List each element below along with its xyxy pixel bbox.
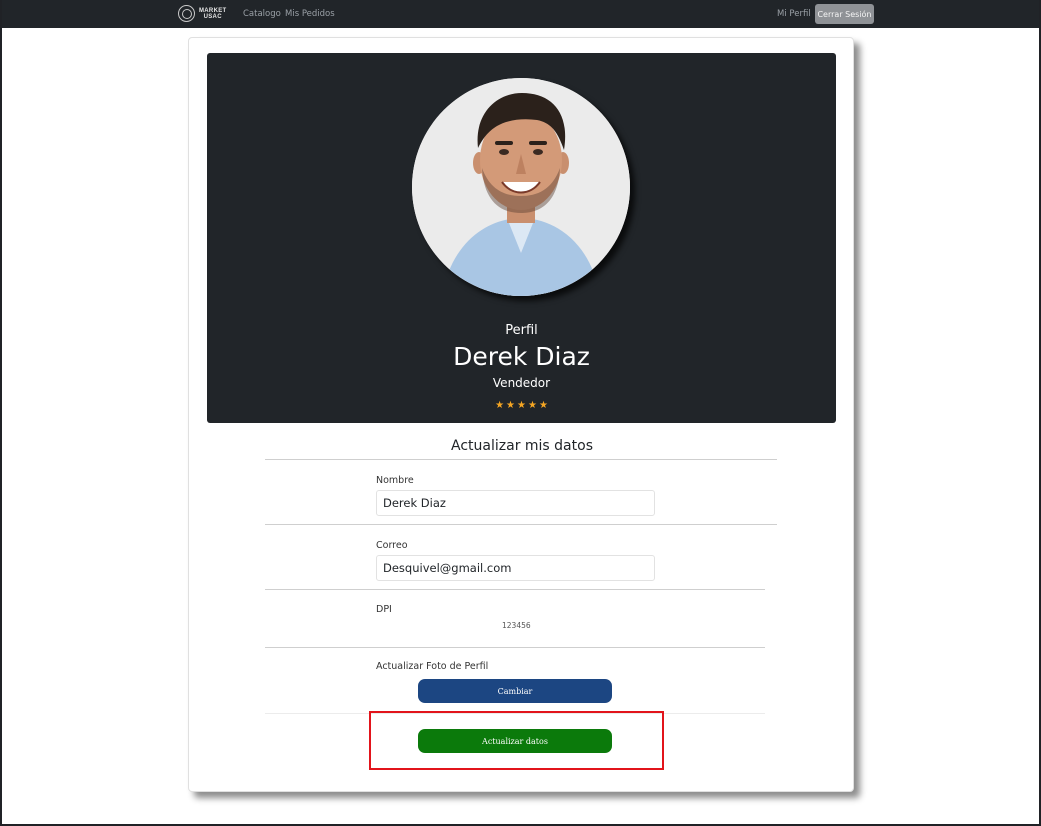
email-label: Correo <box>376 540 408 551</box>
divider <box>265 589 765 590</box>
brand-line-2: USAC <box>203 13 222 20</box>
profile-name: Derek Diaz <box>453 342 590 371</box>
divider <box>265 459 777 460</box>
nav-link-mis-pedidos[interactable]: Mis Pedidos <box>285 9 335 19</box>
star-icon: ★ <box>506 400 516 411</box>
dpi-value: 123456 <box>502 621 531 630</box>
name-input[interactable] <box>376 490 655 516</box>
brand-line-1: MARKET <box>199 7 227 14</box>
star-icon: ★ <box>527 400 537 411</box>
email-input[interactable] <box>376 555 655 581</box>
nav-link-catalogo[interactable]: Catalogo <box>243 9 281 19</box>
profile-role: Vendedor <box>492 376 551 390</box>
change-photo-button[interactable]: Cambiar <box>418 679 612 703</box>
brand-emblem-icon <box>178 5 195 22</box>
profile-heading: Perfil <box>505 323 538 338</box>
nav-link-mi-perfil[interactable]: Mi Perfil <box>777 9 811 19</box>
highlight-box <box>369 711 664 770</box>
profile-card: Perfil Derek Diaz Vendedor ★ ★ ★ ★ ★ Actuali… <box>188 37 854 792</box>
rating-stars: ★ ★ ★ ★ ★ <box>207 395 836 413</box>
brand-text: MARKET USAC <box>199 8 226 20</box>
name-label: Nombre <box>376 475 414 486</box>
profile-avatar <box>412 78 630 296</box>
top-navbar: MARKET USAC Catalogo Mis Pedidos Mi Perf… <box>0 0 1041 28</box>
star-icon: ★ <box>538 400 548 411</box>
logout-button[interactable]: Cerrar Sesión <box>815 4 874 24</box>
star-icon: ★ <box>495 400 505 411</box>
dpi-label: DPI <box>376 604 392 615</box>
profile-hero: Perfil Derek Diaz Vendedor ★ ★ ★ ★ ★ <box>207 53 836 423</box>
divider <box>265 524 777 525</box>
avatar-portrait-image <box>412 78 630 296</box>
photo-label: Actualizar Foto de Perfil <box>376 661 489 672</box>
brand-logo-link[interactable]: MARKET USAC <box>178 5 226 22</box>
update-form-title: Actualizar mis datos <box>451 438 593 454</box>
star-icon: ★ <box>517 400 526 411</box>
divider <box>265 647 765 648</box>
